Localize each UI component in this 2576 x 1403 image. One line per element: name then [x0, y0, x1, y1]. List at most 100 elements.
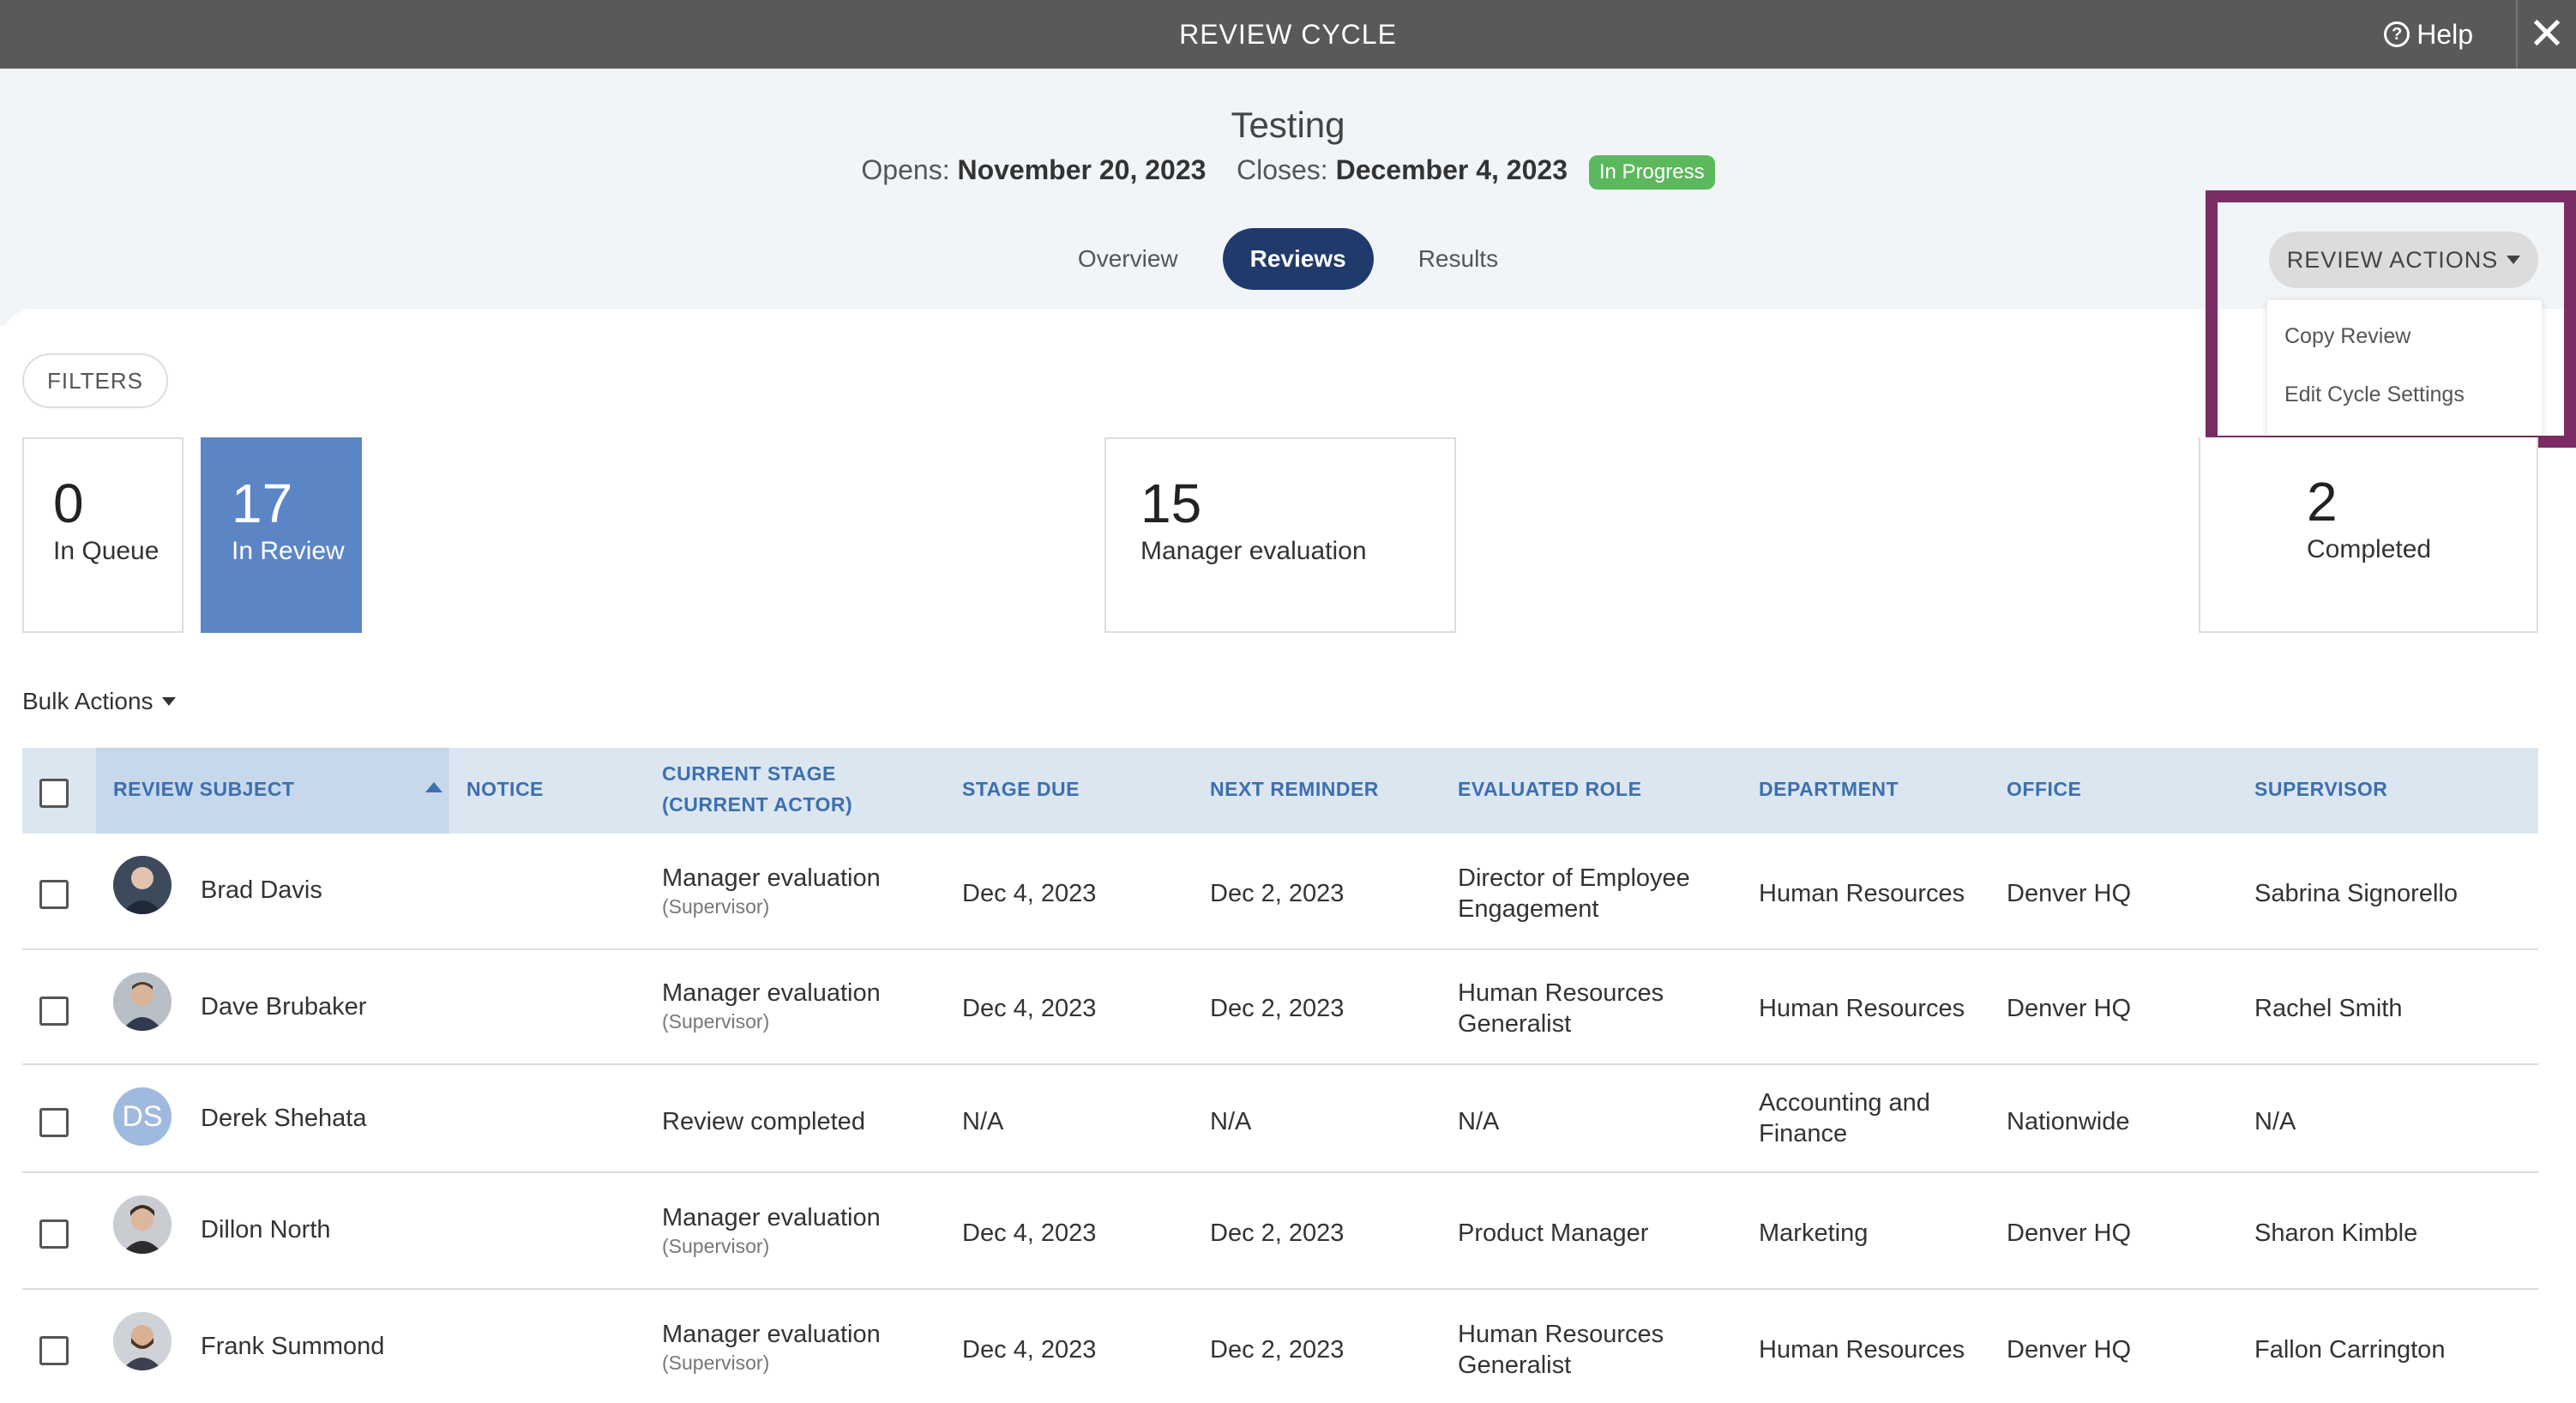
- department-line: Accounting and: [1759, 1089, 1930, 1117]
- opens-label: Opens:: [861, 154, 950, 185]
- column-header-next-reminder[interactable]: NEXT REMINDER: [1210, 774, 1379, 804]
- role-line: Human Resources: [1458, 1321, 1664, 1348]
- review-subject-name[interactable]: Derek Shehata: [201, 1103, 366, 1134]
- menu-item-edit-cycle-settings[interactable]: Edit Cycle Settings: [2284, 382, 2465, 407]
- current-stage: Manager evaluation (Supervisor): [662, 978, 881, 1034]
- stage-due: Dec 4, 2023: [962, 880, 1097, 907]
- department: Human Resources: [1759, 995, 1965, 1022]
- tab-reviews[interactable]: Reviews: [1222, 228, 1374, 290]
- role-line: Director of Employee: [1458, 864, 1690, 892]
- department: Human Resources: [1759, 1336, 1965, 1364]
- office: Nationwide: [2007, 1108, 2130, 1135]
- column-header-evaluated-role[interactable]: EVALUATED ROLE: [1458, 774, 1641, 804]
- closes-date: December 4, 2023: [1335, 154, 1568, 185]
- stage-name: Manager evaluation: [662, 1321, 881, 1348]
- close-icon: ✕: [2528, 9, 2566, 59]
- stat-card-manager-evaluation[interactable]: 15 Manager evaluation: [1104, 437, 1456, 633]
- review-actions-button[interactable]: REVIEW ACTIONS: [2269, 232, 2538, 288]
- review-subject-name[interactable]: Brad Davis: [201, 875, 322, 906]
- caret-down-icon: [161, 697, 176, 706]
- avatar: [113, 1312, 172, 1370]
- caret-down-icon: [2507, 256, 2521, 264]
- stat-card-completed[interactable]: 2 Completed: [2199, 437, 2538, 633]
- stat-label: Completed: [2307, 535, 2432, 563]
- supervisor: Rachel Smith: [2254, 995, 2403, 1022]
- row-checkbox[interactable]: [39, 997, 69, 1026]
- status-badge: In Progress: [1588, 154, 1715, 190]
- next-reminder: Dec 2, 2023: [1210, 1219, 1345, 1247]
- sort-ascending-icon[interactable]: [425, 782, 442, 792]
- stat-count: 15: [1141, 473, 1202, 534]
- tab-results[interactable]: Results: [1391, 228, 1526, 290]
- column-header-supervisor[interactable]: SUPERVISOR: [2254, 774, 2387, 804]
- evaluated-role: Human Resources Generalist: [1458, 978, 1664, 1039]
- menu-item-copy-review[interactable]: Copy Review: [2284, 324, 2410, 349]
- row-checkbox[interactable]: [39, 1219, 69, 1249]
- stage-actor: (Supervisor): [662, 1352, 770, 1374]
- stat-card-in-queue[interactable]: 0 In Queue: [22, 437, 184, 633]
- current-stage: Review completed: [662, 1108, 865, 1135]
- opens-date: November 20, 2023: [957, 154, 1207, 185]
- avatar: [113, 856, 172, 914]
- row-checkbox[interactable]: [39, 1336, 69, 1365]
- column-header-department[interactable]: DEPARTMENT: [1759, 774, 1899, 804]
- review-subject-name[interactable]: Dave Brubaker: [201, 991, 366, 1022]
- avatar: [113, 1195, 172, 1254]
- department: Accounting and Finance: [1759, 1087, 1930, 1149]
- stat-label: In Queue: [53, 537, 159, 565]
- row-checkbox[interactable]: [39, 880, 69, 909]
- column-header-stage-due[interactable]: STAGE DUE: [962, 774, 1080, 804]
- table-row[interactable]: Frank Summond Manager evaluation (Superv…: [22, 1290, 2538, 1403]
- column-header-notice[interactable]: NOTICE: [466, 774, 544, 804]
- stat-count: 0: [53, 473, 84, 534]
- stat-label: In Review: [232, 537, 345, 565]
- current-stage: Manager evaluation (Supervisor): [662, 1319, 881, 1376]
- close-button[interactable]: ✕: [2516, 0, 2576, 69]
- cycle-dates: Opens: November 20, 2023 Closes: Decembe…: [0, 154, 2576, 190]
- next-reminder: Dec 2, 2023: [1210, 1336, 1345, 1364]
- table-row[interactable]: Brad Davis Manager evaluation (Superviso…: [22, 834, 2538, 950]
- stage-due: Dec 4, 2023: [962, 995, 1097, 1022]
- column-header-office[interactable]: OFFICE: [2007, 774, 2081, 804]
- closes-label: Closes:: [1236, 154, 1328, 185]
- evaluated-role: Human Resources Generalist: [1458, 1319, 1664, 1381]
- stat-card-in-review[interactable]: 17 In Review: [201, 437, 362, 633]
- current-stage: Manager evaluation (Supervisor): [662, 1202, 881, 1259]
- stat-count: 2: [2307, 471, 2338, 533]
- row-checkbox[interactable]: [39, 1108, 69, 1137]
- stage-due: Dec 4, 2023: [962, 1219, 1097, 1247]
- table-row[interactable]: Dave Brubaker Manager evaluation (Superv…: [22, 950, 2538, 1065]
- next-reminder: N/A: [1210, 1108, 1252, 1135]
- bulk-actions-dropdown[interactable]: Bulk Actions: [22, 688, 176, 715]
- window-title: REVIEW CYCLE: [1179, 19, 1397, 50]
- filters-button[interactable]: FILTERS: [22, 353, 168, 408]
- stage-due: N/A: [962, 1108, 1004, 1135]
- help-button[interactable]: ? Help: [2384, 0, 2473, 69]
- tab-overview[interactable]: Overview: [1050, 228, 1206, 290]
- office: Denver HQ: [2007, 1219, 2132, 1247]
- column-header-review-subject[interactable]: REVIEW SUBJECT: [113, 774, 294, 804]
- evaluated-role: Product Manager: [1458, 1219, 1649, 1247]
- role-line: Engagement: [1458, 895, 1599, 923]
- department: Marketing: [1759, 1219, 1869, 1247]
- select-all-checkbox[interactable]: [39, 779, 69, 808]
- stage-name: Manager evaluation: [662, 1204, 881, 1231]
- review-subject-name[interactable]: Frank Summond: [201, 1331, 384, 1362]
- stage-actor: (Supervisor): [662, 1235, 770, 1257]
- department-line: Finance: [1759, 1120, 1848, 1147]
- office: Denver HQ: [2007, 1336, 2132, 1364]
- help-label: Help: [2417, 18, 2473, 50]
- table-row[interactable]: Dillon North Manager evaluation (Supervi…: [22, 1173, 2538, 1290]
- review-subject-name[interactable]: Dillon North: [201, 1214, 331, 1245]
- supervisor: N/A: [2254, 1108, 2296, 1135]
- avatar: [113, 972, 172, 1031]
- next-reminder: Dec 2, 2023: [1210, 880, 1345, 907]
- stage-actor: (Supervisor): [662, 1010, 770, 1033]
- column-header-current-stage[interactable]: CURRENT STAGE (CURRENT ACTOR): [662, 758, 852, 820]
- stage-actor: (Supervisor): [662, 895, 770, 918]
- office: Denver HQ: [2007, 995, 2132, 1022]
- supervisor: Fallon Carrington: [2254, 1336, 2446, 1364]
- role-line: Generalist: [1458, 1352, 1572, 1379]
- table-row[interactable]: DS Derek Shehata Review completed N/A N/…: [22, 1065, 2538, 1173]
- department: Human Resources: [1759, 880, 1965, 907]
